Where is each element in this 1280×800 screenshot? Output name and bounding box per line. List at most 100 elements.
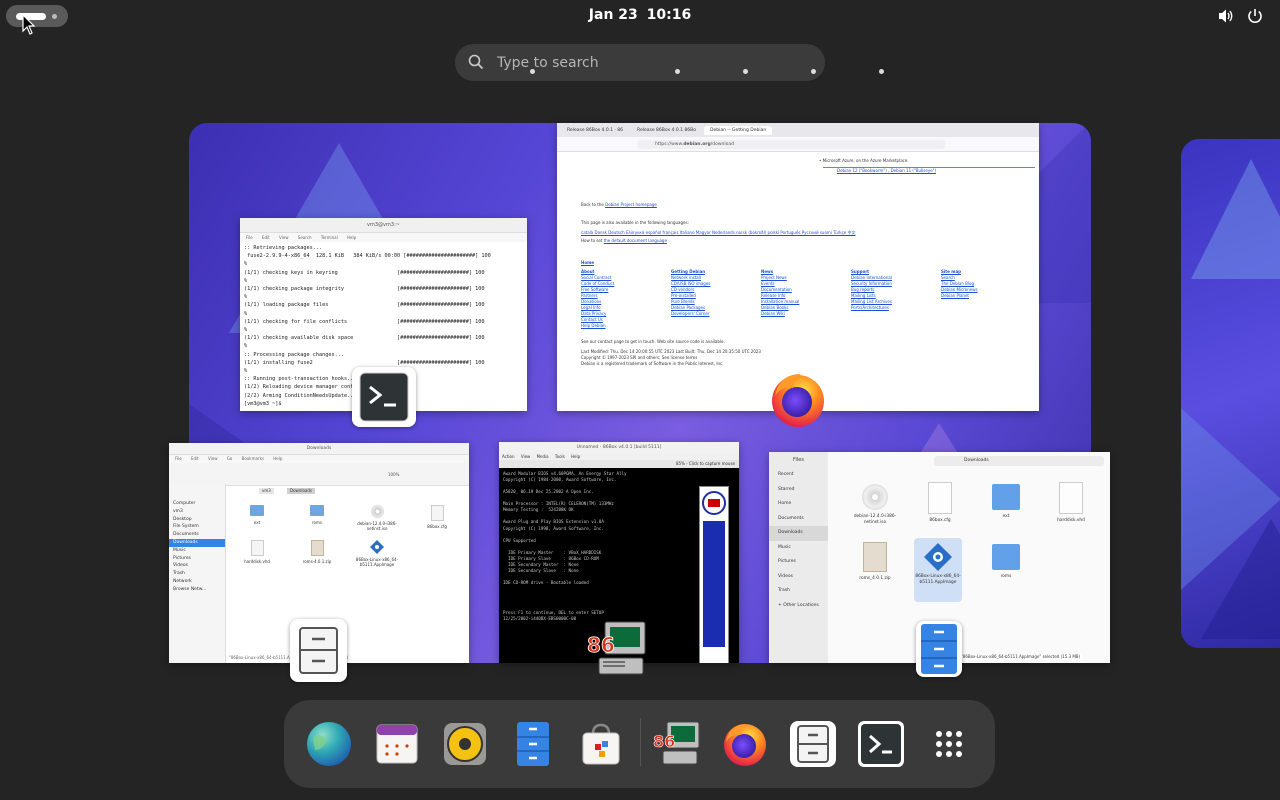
86box-titlebar[interactable]: Unnamed - 86Box v4.0.1 [build 5111] <box>499 442 739 453</box>
file-item[interactable]: 86box.cfg <box>916 482 964 524</box>
folder-icon <box>250 505 264 516</box>
clock[interactable]: Jan 23 10:16 <box>0 7 1280 23</box>
url-bar[interactable]: https://www.debian.org/download <box>637 139 945 149</box>
terminal-icon[interactable] <box>857 720 905 768</box>
sitemap-link[interactable]: Debian Planet <box>941 293 978 299</box>
sidebar-item-documents[interactable]: Documents <box>769 512 828 527</box>
calendar-icon[interactable] <box>373 720 421 768</box>
file-item[interactable]: roms-4.0.1.zip <box>292 540 342 564</box>
86box-icon[interactable]: 86 <box>653 720 701 768</box>
terminal-line: % <box>244 343 248 350</box>
next-workspace-thumbnail[interactable] <box>1181 139 1280 648</box>
zoom-level[interactable]: 100% <box>388 472 399 478</box>
software-bag-icon[interactable] <box>577 720 625 768</box>
disk-image-icon <box>250 540 264 556</box>
path-downloads[interactable]: Downloads <box>287 488 315 494</box>
search-input[interactable] <box>495 52 799 74</box>
app-grid-icon[interactable] <box>925 720 973 768</box>
menu-view[interactable]: View <box>279 235 289 240</box>
file-item[interactable]: debian-12.4.0-i386-netinst.iso <box>851 482 899 525</box>
file-cabinet-icon[interactable] <box>789 720 837 768</box>
sidebar-item-network[interactable]: Network <box>169 578 225 586</box>
sidebar-item-pictures[interactable]: Pictures <box>169 555 225 563</box>
file-item[interactable]: ext <box>232 505 282 525</box>
file-item-selected[interactable]: 86Box-Linux-x86_64-b5111.AppImage <box>914 538 962 602</box>
menu-help[interactable]: Help <box>571 454 580 459</box>
firefox-icon[interactable] <box>721 720 769 768</box>
sidebar-item-music[interactable]: Music <box>169 547 225 555</box>
file-manager-titlebar[interactable]: Downloads <box>169 443 469 455</box>
tab-debian[interactable]: Debian -- Getting Debian <box>704 125 773 135</box>
file-manager-menubar: File Edit View Go Bookmarks Help <box>169 455 469 463</box>
sidebar-item-home[interactable]: Home <box>769 497 828 512</box>
file-item[interactable]: ext <box>982 482 1030 520</box>
file-item[interactable]: 86box.cfg <box>412 505 462 529</box>
86box-toolbar[interactable]: 85% - Click to capture mouse <box>499 460 739 468</box>
menu-view[interactable]: View <box>521 454 531 459</box>
menu-search[interactable]: Search <box>298 235 312 240</box>
menu-media[interactable]: Media <box>537 454 549 459</box>
terminal-titlebar[interactable]: vm3@vm3:~ <box>240 218 527 233</box>
sidebar-item-trash[interactable]: Trash <box>169 570 225 578</box>
sitemap-link[interactable]: Ports/Architectures <box>851 305 892 311</box>
appimage-icon <box>924 543 952 571</box>
files-headerbar: Downloads <box>828 452 1110 470</box>
firefox-page[interactable]: • Microsoft Azure, on the Azure Marketpl… <box>557 152 1039 367</box>
menu-file[interactable]: File <box>175 456 182 461</box>
power-icon[interactable] <box>1246 7 1264 25</box>
menu-help[interactable]: Help <box>273 456 282 461</box>
menu-edit[interactable]: Edit <box>262 235 270 240</box>
menu-action[interactable]: Action <box>502 454 515 459</box>
menu-file[interactable]: File <box>246 235 253 240</box>
file-item[interactable]: harddisk.vhd <box>232 540 282 564</box>
file-item[interactable]: roms_4.0.1.zip <box>851 542 899 582</box>
file-item[interactable]: roms <box>292 505 342 525</box>
languages-list[interactable]: català Dansk Deutsch Ελληνικά español fr… <box>557 230 1039 236</box>
music-player-icon[interactable] <box>441 720 489 768</box>
sitemap-link[interactable]: Debian Wiki <box>761 311 799 317</box>
path-vm3[interactable]: vm3 <box>259 488 274 494</box>
tab-86box-release-1[interactable]: Release 86Box 4.0.1 · 86 <box>561 126 629 135</box>
globe-icon[interactable] <box>305 720 353 768</box>
back-link[interactable]: Debian Project homepage <box>605 202 657 207</box>
menu-help[interactable]: Help <box>347 235 356 240</box>
sidebar-item-pictures[interactable]: Pictures <box>769 555 828 570</box>
path-bar[interactable]: Downloads <box>934 456 1104 466</box>
sidebar-item-trash[interactable]: Trash <box>769 584 828 599</box>
volume-icon[interactable] <box>1217 7 1235 25</box>
file-item[interactable]: roms <box>982 542 1030 580</box>
home-link[interactable]: Home <box>557 260 1039 266</box>
sidebar-item-filesystem[interactable]: File System <box>169 523 225 531</box>
search-entry[interactable] <box>455 44 825 81</box>
sidebar-item-browse-network[interactable]: Browse Netw... <box>169 586 225 594</box>
menu-edit[interactable]: Edit <box>191 456 199 461</box>
menu-tools[interactable]: Tools <box>555 454 565 459</box>
sidebar-item-music[interactable]: Music <box>769 541 828 556</box>
sidebar-item-documents[interactable]: Documents <box>169 531 225 539</box>
sidebar-item-computer[interactable]: Computer <box>169 500 225 508</box>
files-icon[interactable] <box>509 720 557 768</box>
sidebar-item-downloads[interactable]: Downloads <box>169 538 225 547</box>
sidebar-item-recent[interactable]: Recent <box>769 468 828 483</box>
howto-link[interactable]: the default document language <box>604 238 667 243</box>
sidebar-item-starred[interactable]: Starred <box>769 483 828 498</box>
url-domain: debian.org <box>683 141 711 147</box>
folder-icon <box>992 484 1020 510</box>
sidebar-item-downloads[interactable]: Downloads <box>769 526 828 541</box>
menu-go[interactable]: Go <box>227 456 233 461</box>
sidebar-item-videos[interactable]: Videos <box>169 562 225 570</box>
sidebar-item-desktop[interactable]: Desktop <box>169 516 225 524</box>
file-item[interactable]: harddisk.vhd <box>1047 482 1095 524</box>
tab-86box-release-2[interactable]: Release 86Box 4.0.1 86Bo <box>631 126 702 135</box>
menu-view[interactable]: View <box>208 456 218 461</box>
file-item[interactable]: debian-12.4.0-i386-netinst.iso <box>352 505 402 531</box>
sitemap-link[interactable]: Developers' Corner <box>671 311 710 317</box>
sidebar-item-videos[interactable]: Videos <box>769 570 828 585</box>
sidebar-item-vm3[interactable]: vm3 <box>169 508 225 516</box>
menu-terminal[interactable]: Terminal <box>321 235 338 240</box>
sidebar-item-other-locations[interactable]: + Other Locations <box>769 599 828 614</box>
file-item[interactable]: 86Box-Linux-x86_64-b5111.AppImage <box>352 540 402 567</box>
sitemap-link[interactable]: Help Debian <box>581 323 614 329</box>
dash-separator <box>640 718 641 766</box>
menu-bookmarks[interactable]: Bookmarks <box>242 456 264 461</box>
